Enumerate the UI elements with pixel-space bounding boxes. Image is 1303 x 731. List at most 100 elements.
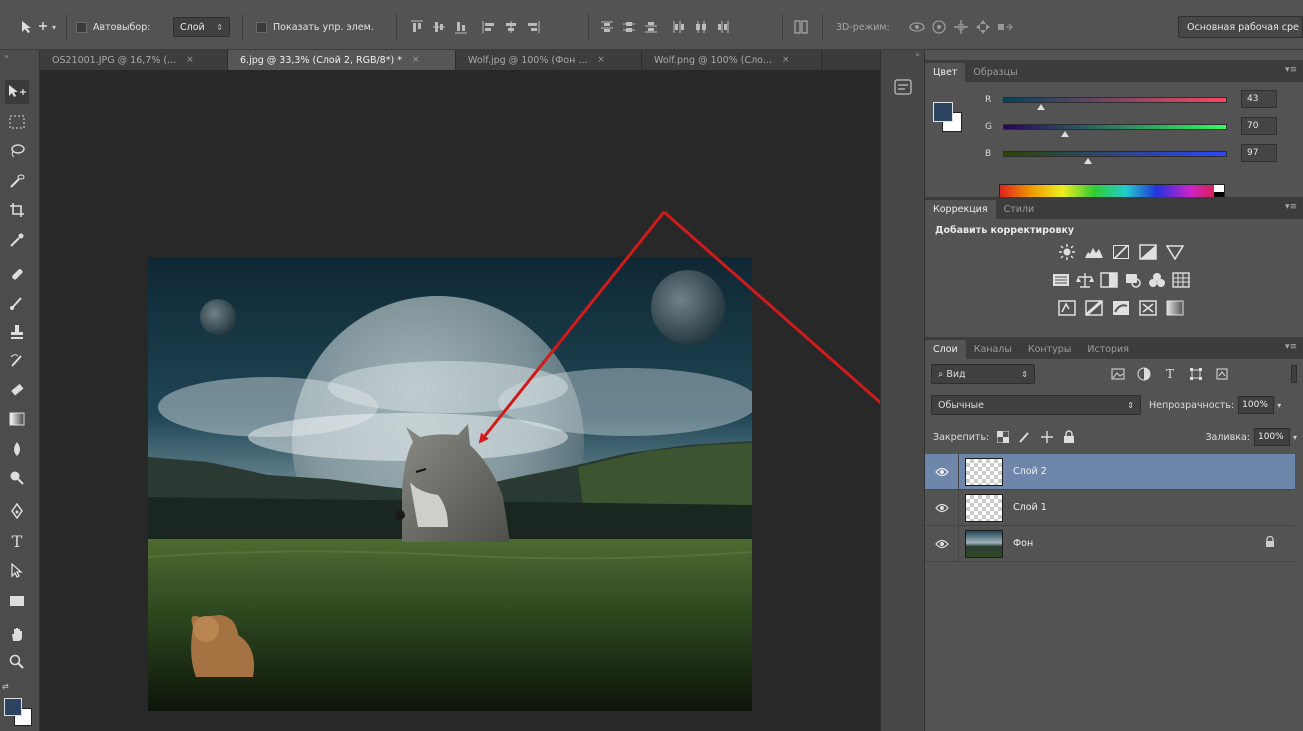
gradient-tool[interactable] bbox=[5, 407, 29, 431]
lock-all-icon[interactable] bbox=[1061, 429, 1077, 445]
document-image[interactable] bbox=[148, 257, 752, 711]
scale-3d-icon[interactable] bbox=[994, 16, 1016, 38]
distribute-right-icon[interactable] bbox=[712, 16, 734, 38]
marquee-tool[interactable] bbox=[5, 110, 29, 134]
hand-tool[interactable] bbox=[5, 622, 29, 646]
exposure-icon[interactable] bbox=[1137, 242, 1159, 262]
shape-filter-icon[interactable] bbox=[1188, 366, 1204, 382]
adjustment-filter-icon[interactable] bbox=[1136, 366, 1152, 382]
brush-tool[interactable] bbox=[5, 291, 29, 315]
fill-dropdown-icon[interactable]: ▾ bbox=[1293, 433, 1297, 442]
blur-tool[interactable] bbox=[5, 437, 29, 461]
layer-name[interactable]: Фон bbox=[1013, 538, 1033, 549]
close-icon[interactable]: × bbox=[782, 55, 790, 65]
type-filter-icon[interactable]: T bbox=[1162, 366, 1178, 382]
distribute-top-icon[interactable] bbox=[596, 16, 618, 38]
auto-select-option[interactable]: Автовыбор: bbox=[76, 16, 150, 38]
rotate-3d-icon[interactable] bbox=[906, 16, 928, 38]
levels-icon[interactable] bbox=[1083, 242, 1105, 262]
eraser-tool[interactable] bbox=[5, 378, 29, 402]
blue-slider[interactable]: B 97 bbox=[985, 144, 1295, 165]
green-track[interactable] bbox=[1003, 124, 1227, 130]
healing-tool[interactable] bbox=[5, 262, 29, 286]
history-panel-icon[interactable] bbox=[893, 78, 913, 99]
slide-3d-icon[interactable] bbox=[972, 16, 994, 38]
panel-menu-icon[interactable]: ▾≡ bbox=[1285, 65, 1297, 75]
lock-transparent-icon[interactable] bbox=[995, 429, 1011, 445]
close-icon[interactable]: × bbox=[597, 55, 605, 65]
panel-menu-icon[interactable]: ▾≡ bbox=[1285, 342, 1297, 352]
color-lookup-icon[interactable] bbox=[1172, 270, 1191, 290]
align-bottom-icon[interactable] bbox=[450, 16, 472, 38]
layer-row-sloi-1[interactable]: Слой 1 bbox=[925, 489, 1295, 526]
lasso-tool[interactable] bbox=[5, 139, 29, 163]
tab-adjustments[interactable]: Коррекция bbox=[925, 200, 996, 219]
distribute-vcenter-icon[interactable] bbox=[618, 16, 640, 38]
blend-mode-select[interactable]: Обычные ⇕ bbox=[931, 395, 1141, 415]
red-track[interactable] bbox=[1003, 97, 1227, 103]
visibility-eye-icon[interactable] bbox=[925, 453, 959, 490]
color-balance-icon[interactable] bbox=[1075, 270, 1094, 290]
selective-color-icon[interactable] bbox=[1137, 298, 1159, 318]
red-slider[interactable]: R 43 bbox=[985, 90, 1295, 111]
tab-swatches[interactable]: Образцы bbox=[965, 63, 1025, 82]
quick-select-tool[interactable] bbox=[5, 169, 29, 193]
crop-tool[interactable] bbox=[5, 198, 29, 222]
image-filter-icon[interactable] bbox=[1110, 366, 1126, 382]
tab-os21001[interactable]: OS21001.JPG @ 16,7% (... × bbox=[40, 50, 228, 70]
vibrance-icon[interactable] bbox=[1164, 242, 1186, 262]
pen-tool[interactable] bbox=[5, 499, 29, 523]
green-value-input[interactable]: 70 bbox=[1241, 117, 1277, 135]
opacity-input[interactable]: 100% bbox=[1238, 396, 1275, 414]
auto-align-button[interactable] bbox=[790, 16, 812, 38]
auto-select-checkbox[interactable] bbox=[76, 21, 87, 33]
show-transform-option[interactable]: Показать упр. элем. bbox=[256, 16, 374, 38]
move-tool[interactable] bbox=[5, 80, 29, 104]
collapse-icon[interactable]: » bbox=[4, 52, 9, 61]
canvas-area[interactable] bbox=[40, 70, 880, 731]
layer-name[interactable]: Слой 2 bbox=[1013, 466, 1047, 477]
auto-select-target-select[interactable]: Слой ⇕ bbox=[173, 17, 230, 37]
align-left-icon[interactable] bbox=[478, 16, 500, 38]
panel-menu-icon[interactable]: ▾≡ bbox=[1285, 202, 1297, 212]
blue-track[interactable] bbox=[1003, 151, 1227, 157]
blue-thumb[interactable] bbox=[1084, 158, 1093, 164]
dodge-tool[interactable] bbox=[5, 466, 29, 490]
close-icon[interactable]: × bbox=[186, 55, 194, 65]
stamp-tool[interactable] bbox=[5, 320, 29, 344]
history-brush-tool[interactable] bbox=[5, 349, 29, 373]
color-swatches[interactable] bbox=[2, 698, 36, 728]
layer-row-background[interactable]: Фон bbox=[925, 525, 1295, 562]
path-select-tool[interactable] bbox=[5, 559, 29, 583]
red-thumb[interactable] bbox=[1036, 104, 1045, 110]
layer-name[interactable]: Слой 1 bbox=[1013, 502, 1047, 513]
red-value-input[interactable]: 43 bbox=[1241, 90, 1277, 108]
smart-object-filter-icon[interactable] bbox=[1214, 366, 1230, 382]
close-icon[interactable]: × bbox=[412, 55, 420, 65]
zoom-tool[interactable] bbox=[5, 650, 29, 674]
green-thumb[interactable] bbox=[1060, 131, 1069, 137]
distribute-hcenter-icon[interactable] bbox=[690, 16, 712, 38]
fill-input[interactable]: 100% bbox=[1253, 428, 1290, 446]
posterize-icon[interactable] bbox=[1083, 298, 1105, 318]
hue-saturation-icon[interactable] bbox=[1051, 270, 1070, 290]
visibility-eye-icon[interactable] bbox=[925, 525, 959, 562]
tab-history[interactable]: История bbox=[1079, 340, 1137, 359]
tab-channels[interactable]: Каналы bbox=[966, 340, 1020, 359]
tab-wolf-png[interactable]: Wolf.png @ 100% (Сло... × bbox=[642, 50, 822, 70]
lock-pixels-icon[interactable] bbox=[1017, 429, 1033, 445]
tab-paths[interactable]: Контуры bbox=[1020, 340, 1079, 359]
lock-position-icon[interactable] bbox=[1039, 429, 1055, 445]
black-white-icon[interactable] bbox=[1099, 270, 1118, 290]
tab-layers[interactable]: Слои bbox=[925, 340, 966, 359]
photo-filter-icon[interactable] bbox=[1124, 270, 1143, 290]
type-tool[interactable]: T bbox=[5, 529, 29, 553]
align-top-icon[interactable] bbox=[406, 16, 428, 38]
roll-3d-icon[interactable] bbox=[928, 16, 950, 38]
brightness-contrast-icon[interactable] bbox=[1056, 242, 1078, 262]
tab-color[interactable]: Цвет bbox=[925, 63, 966, 82]
foreground-color-swatch[interactable] bbox=[4, 698, 22, 716]
layer-row-sloi-2[interactable]: Слой 2 bbox=[925, 453, 1295, 490]
distribute-left-icon[interactable] bbox=[668, 16, 690, 38]
foreground-swatch[interactable] bbox=[933, 102, 953, 122]
